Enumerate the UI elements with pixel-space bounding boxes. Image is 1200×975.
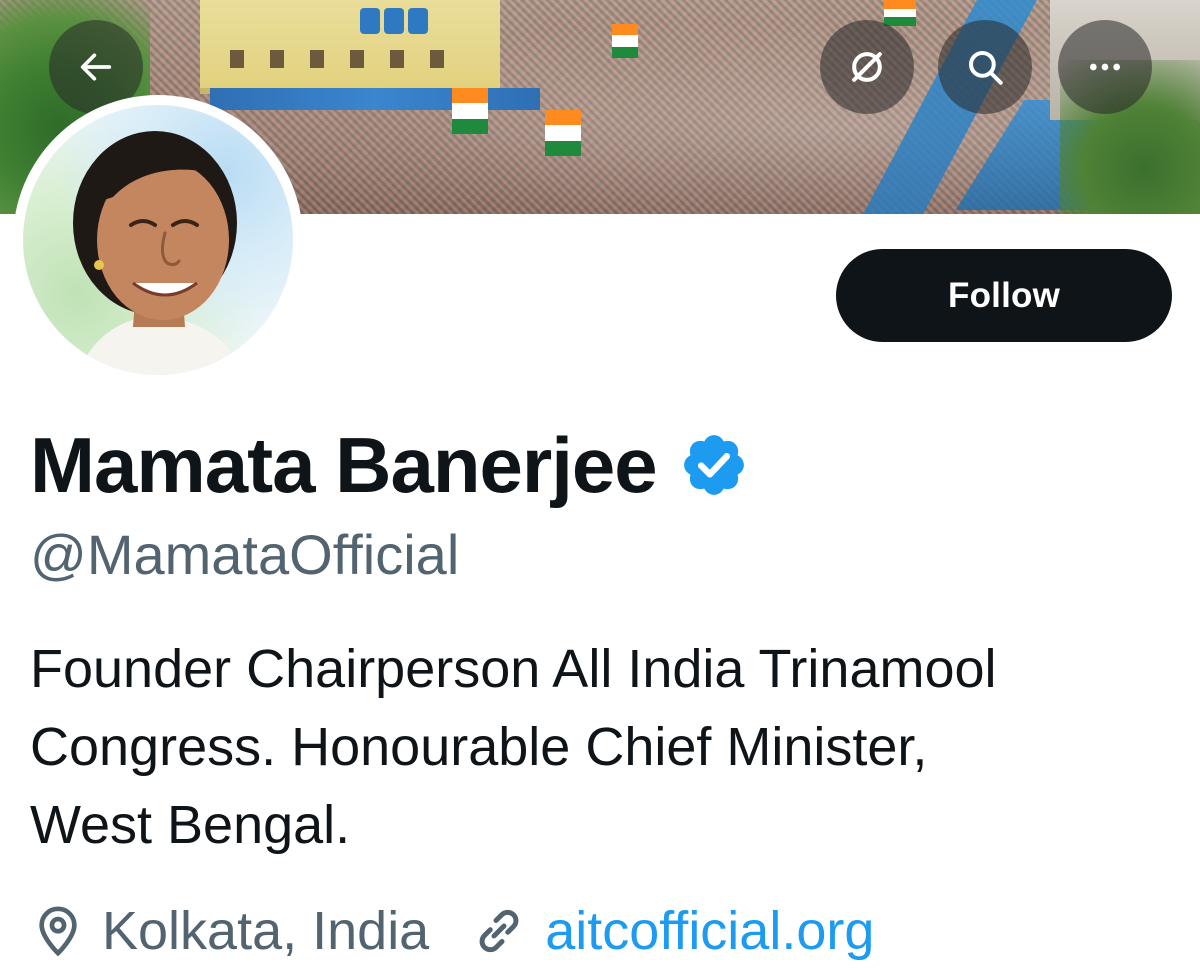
profile-handle: @MamataOfficial (30, 523, 460, 586)
banner-flag (452, 88, 488, 134)
grok-button[interactable] (820, 20, 914, 114)
location-text: Kolkata, India (102, 901, 430, 961)
banner-flag (884, 0, 916, 27)
profile-location: Kolkata, India (30, 900, 429, 962)
follow-button[interactable]: Follow (836, 249, 1172, 342)
banner-awning (210, 88, 540, 110)
profile-name: Mamata Banerjee (30, 420, 658, 509)
search-icon (968, 50, 1003, 85)
search-button[interactable] (938, 20, 1032, 114)
banner-building (200, 0, 500, 94)
avatar-photo (23, 105, 293, 375)
more-horizontal-icon (1090, 63, 1120, 71)
banner-water-tanks (360, 8, 450, 38)
bio-line: Congress. Honourable Chief Minister, (30, 717, 928, 777)
arrow-left-icon (80, 53, 112, 81)
banner-flag (545, 110, 581, 156)
banner-flag (612, 24, 638, 58)
bio-line: West Bengal. (30, 795, 351, 855)
location-pin-icon (39, 906, 77, 957)
avatar-portrait (73, 131, 245, 375)
slashed-circle-icon (852, 52, 882, 82)
verified-badge-icon[interactable] (679, 430, 749, 500)
more-button[interactable] (1058, 20, 1152, 114)
profile-avatar[interactable] (13, 95, 303, 385)
link-icon (479, 909, 519, 953)
profile-meta-row: Kolkata, India aitcofficial.org (30, 888, 874, 974)
website-text[interactable]: aitcofficial.org (545, 900, 874, 962)
bio-line: Founder Chairperson All India Trinamool (30, 639, 997, 699)
profile-website-link[interactable]: aitcofficial.org (469, 900, 874, 962)
profile-name-row: Mamata Banerjee (30, 420, 749, 510)
profile-bio: Founder Chairperson All India Trinamool … (30, 630, 1180, 864)
